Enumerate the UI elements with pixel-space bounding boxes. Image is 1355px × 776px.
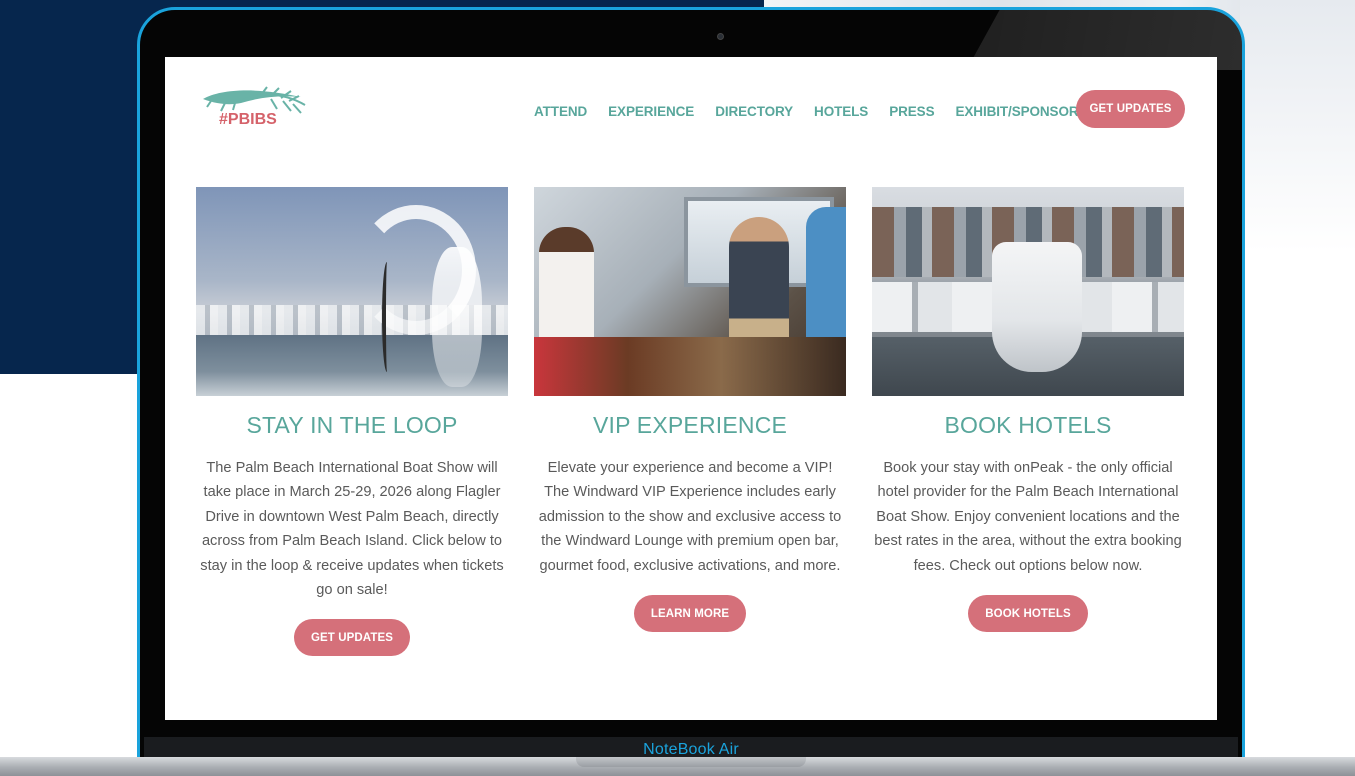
card-title: VIP EXPERIENCE [592,412,788,438]
laptop-screen: #PBIBS ATTEND EXPERIENCE DIRECTORY HOTEL… [165,57,1217,720]
get-updates-nav-button[interactable]: GET UPDATES [1076,90,1185,128]
nav-press[interactable]: PRESS [889,104,934,119]
nav-experience[interactable]: EXPERIENCE [608,104,694,119]
marina-photo [872,187,1184,396]
card-body: The Palm Beach International Boat Show w… [200,460,504,599]
nav-directory[interactable]: DIRECTORY [715,104,793,119]
photo-yacht [992,242,1082,372]
book-hotels-button[interactable]: BOOK HOTELS [968,595,1088,633]
photo-buffet-table [534,337,846,396]
laptop-base-notch [576,757,806,767]
nav-attend[interactable]: ATTEND [534,104,587,119]
logo-text: #PBIBS [219,111,277,128]
card-body: Book your stay with onPeak - the only of… [874,460,1182,574]
photo-rider [382,262,392,372]
card-title: STAY IN THE LOOP [246,412,458,438]
card-vip-experience: VIP EXPERIENCE Elevate your experience a… [534,187,846,633]
photo-spray [432,247,482,387]
background-sky-right [1240,0,1355,360]
card-book-hotels: BOOK HOTELS Book your stay with onPeak -… [872,187,1184,633]
nav-hotels[interactable]: HOTELS [814,104,868,119]
card-body: Elevate your experience and become a VIP… [538,460,842,574]
webcam-icon [717,33,724,40]
card-title: BOOK HOTELS [944,412,1112,438]
learn-more-button[interactable]: LEARN MORE [633,595,747,633]
vip-buffet-photo [534,187,846,396]
flyboard-photo [196,187,508,396]
main-nav: ATTEND EXPERIENCE DIRECTORY HOTELS PRESS… [534,100,1079,122]
get-updates-button[interactable]: GET UPDATES [293,619,411,657]
nav-exhibit-sponsor[interactable]: EXHIBIT/SPONSOR [955,104,1078,119]
pbibs-logo[interactable]: #PBIBS [201,85,311,135]
laptop-frame: #PBIBS ATTEND EXPERIENCE DIRECTORY HOTEL… [137,7,1245,767]
card-stay-in-the-loop: STAY IN THE LOOP The Palm Beach Internat… [196,187,508,657]
